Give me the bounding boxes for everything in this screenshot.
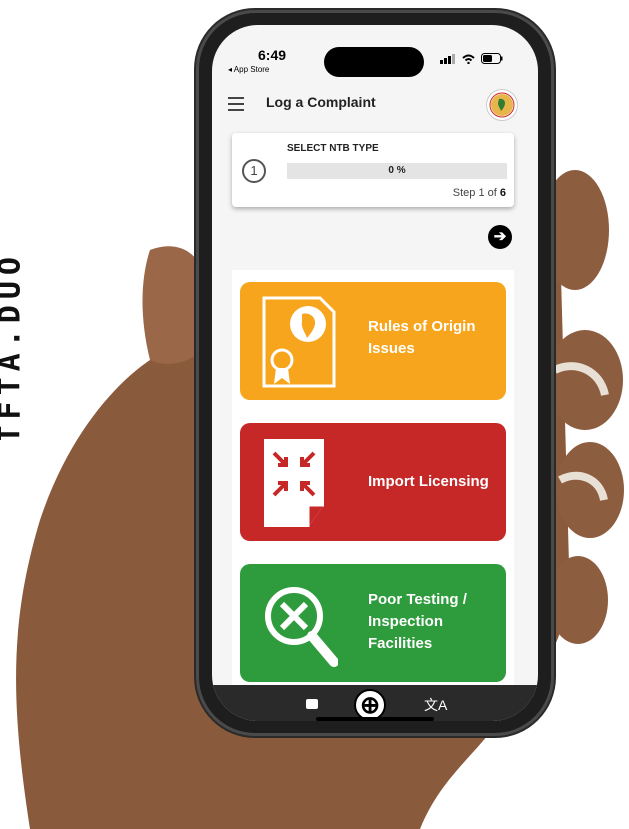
tile-import-licensing[interactable]: Import Licensing (240, 423, 506, 541)
import-document-icon (264, 439, 324, 527)
tile-label-line2: Issues (368, 340, 415, 357)
step-number-badge: 1 (242, 159, 266, 183)
phone-frame: 6:49 ◂ App Store Log a Complaint 1 SELEC… (199, 13, 551, 733)
status-bar: 6:49 ◂ App Store (212, 25, 538, 77)
bottom-nav-bar: ⊕ 文A (212, 685, 538, 721)
progress-bar: 0 % (287, 163, 507, 179)
progress-title: SELECT NTB TYPE (287, 143, 379, 154)
back-to-app-store-link[interactable]: ◂ App Store (228, 65, 269, 74)
step-counter-total: 6 (499, 187, 506, 199)
hamburger-menu-icon[interactable] (228, 97, 244, 111)
tile-label: Import Licensing (368, 471, 489, 493)
inspection-magnifier-icon (265, 587, 338, 667)
progress-percent: 0 % (388, 165, 406, 176)
tile-label: Rules of Origin Issues (368, 316, 476, 360)
tile-rules-of-origin[interactable]: Rules of Origin Issues (240, 282, 506, 400)
status-icons (440, 53, 503, 64)
step-counter-prefix: Step 1 of (452, 187, 500, 199)
battery-icon (481, 53, 503, 64)
certificate-globe-icon (262, 296, 336, 388)
step-counter: Step 1 of 6 (453, 187, 506, 199)
tile-label-line1: Rules of Origin (368, 318, 476, 335)
home-indicator (316, 717, 434, 721)
translate-icon[interactable]: 文A (424, 695, 447, 715)
tile-label-line1: Import Licensing (368, 473, 489, 490)
app-bar: Log a Complaint (212, 83, 538, 127)
progress-card: 1 SELECT NTB TYPE 0 % Step 1 of 6 (232, 133, 514, 207)
phone-screen: 6:49 ◂ App Store Log a Complaint 1 SELEC… (212, 25, 538, 721)
page-title: Log a Complaint (266, 94, 376, 110)
next-step-button[interactable]: ➔ (488, 225, 512, 249)
tile-label-line3: Facilities (368, 635, 433, 652)
tile-label-line1: Poor Testing / (368, 591, 467, 608)
signal-icon (440, 53, 455, 64)
search-icon[interactable] (306, 699, 318, 709)
dynamic-island (324, 47, 424, 77)
organization-logo-icon (486, 89, 518, 121)
arrow-right-icon: ➔ (493, 228, 507, 245)
tile-poor-testing[interactable]: Poor Testing / Inspection Facilities (240, 564, 506, 682)
ntb-type-list: Rules of Origin Issues Import Licensing (232, 270, 514, 700)
tile-label: Poor Testing / Inspection Facilities (368, 589, 467, 655)
tile-label-line2: Inspection (368, 613, 444, 630)
wifi-icon (462, 54, 475, 64)
status-time: 6:49 (258, 47, 287, 63)
